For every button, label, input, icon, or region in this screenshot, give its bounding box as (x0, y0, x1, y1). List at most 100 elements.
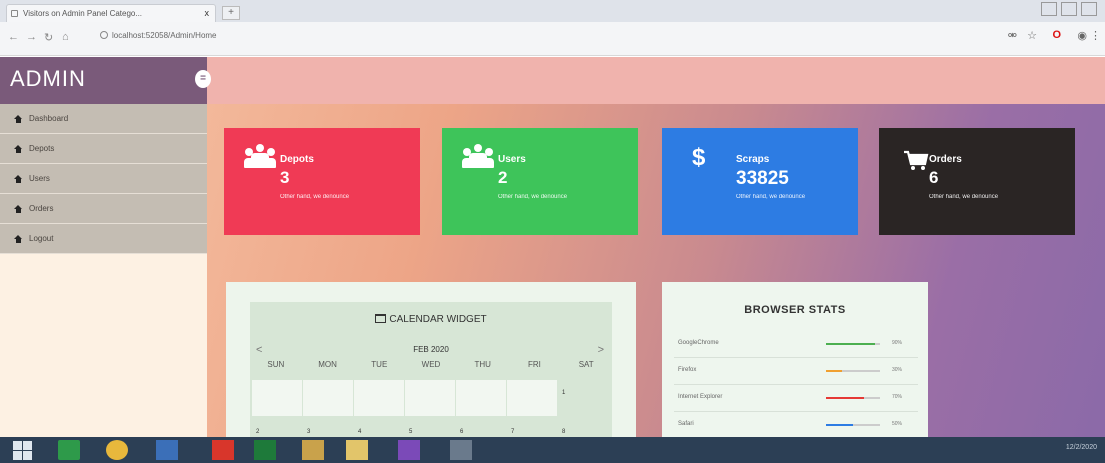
minimize-button[interactable] (1041, 2, 1057, 16)
stat-card-depots[interactable]: Depots 3 Other hand, we denounce (224, 128, 420, 235)
calendar-day-number[interactable]: 5 (409, 429, 412, 435)
star-icon[interactable]: ☆ (1027, 29, 1037, 42)
opera-extension-icon[interactable]: O (1052, 29, 1061, 41)
browser-tab-bar: Visitors on Admin Panel Catego... x + (0, 0, 1105, 22)
app-icon[interactable] (58, 440, 80, 460)
browser-percent: 50% (892, 421, 903, 427)
back-icon[interactable]: ← (8, 31, 19, 43)
browser-progress-bar (826, 370, 880, 372)
card-value: 3 (280, 168, 290, 187)
reload-icon[interactable]: ↻ (44, 31, 53, 44)
maximize-button[interactable] (1061, 2, 1077, 16)
calendar-panel: CALENDAR WIDGET < FEB 2020 > SUN MON TUE… (250, 302, 612, 437)
close-window-button[interactable] (1081, 2, 1097, 16)
users-icon (244, 144, 276, 170)
calendar-icon (375, 314, 387, 323)
file-explorer-icon[interactable] (346, 440, 368, 460)
sidebar: Dashboard Depots Users Orders Logout (0, 104, 207, 437)
calendar-day-cell[interactable] (507, 380, 557, 416)
home-icon (14, 114, 23, 123)
taskbar-clock[interactable]: 12/2/2020 (1066, 444, 1097, 451)
menu-icon[interactable]: ⋮ (1090, 29, 1101, 42)
sidebar-item-users[interactable]: Users (0, 164, 207, 194)
browser-stat-row: GoogleChrome 90% (674, 332, 918, 358)
site-info-icon[interactable] (100, 31, 108, 39)
calendar-day-number[interactable]: 6 (460, 429, 463, 435)
url-field[interactable]: localhost:52058/Admin/Home (100, 31, 217, 40)
tab-title: Visitors on Admin Panel Catego... (23, 9, 143, 18)
calendar-day-number[interactable]: 7 (511, 429, 514, 435)
app-icon[interactable] (302, 440, 324, 460)
card-value: 6 (929, 168, 939, 187)
calendar-day-cell[interactable] (405, 380, 455, 416)
browser-progress-bar (826, 343, 880, 345)
window-controls (1007, 2, 1097, 18)
browser-percent: 90% (892, 340, 903, 346)
sidebar-item-logout[interactable]: Logout (0, 224, 207, 254)
calendar-month: FEB 2020 (413, 345, 449, 354)
browser-percent: 70% (892, 394, 903, 400)
calendar-day-number[interactable]: 1 (562, 390, 565, 396)
card-subtitle: Other hand, we denounce (929, 194, 999, 200)
sidebar-item-label: Depots (29, 144, 55, 153)
browser-name: Safari (678, 421, 694, 427)
calendar-day-number[interactable]: 8 (562, 429, 565, 435)
browser-progress-fill (826, 397, 864, 399)
sidebar-toggle-button[interactable]: = (195, 70, 211, 88)
brand-area: ADMIN (0, 57, 207, 104)
calendar-day-number[interactable]: 4 (358, 429, 361, 435)
chrome-icon[interactable] (106, 440, 128, 460)
browser-stat-row: Internet Explorer 70% (674, 386, 918, 412)
page-favicon-icon (11, 10, 18, 17)
address-bar: ← → ↻ ⌂ localhost:52058/Admin/Home ⚮ ☆ O… (0, 22, 1105, 56)
calendar-title-text: CALENDAR WIDGET (389, 314, 487, 325)
browser-name: GoogleChrome (678, 340, 719, 346)
url-text: localhost:52058/Admin/Home (112, 31, 217, 40)
windows-start-icon[interactable] (12, 440, 34, 460)
excel-icon[interactable] (254, 440, 276, 460)
sidebar-item-depots[interactable]: Depots (0, 134, 207, 164)
new-tab-button[interactable]: + (222, 6, 240, 20)
calendar-day-number[interactable]: 2 (256, 429, 259, 435)
sidebar-item-dashboard[interactable]: Dashboard (0, 104, 207, 134)
word-icon[interactable] (156, 440, 178, 460)
browser-progress-fill (826, 424, 853, 426)
browser-name: Internet Explorer (678, 394, 723, 400)
tab-close-button[interactable]: x (205, 5, 210, 22)
calendar-day-cell[interactable] (354, 380, 404, 416)
browser-progress-bar (826, 424, 880, 426)
calendar-weekdays: SUN MON TUE WED THU FRI SAT (250, 360, 612, 369)
card-value: 2 (498, 168, 508, 187)
extension-icon[interactable]: ◉ (1077, 29, 1087, 42)
users-icon (462, 144, 494, 170)
calendar-day-cell[interactable] (303, 380, 353, 416)
key-icon[interactable]: ⚮ (1008, 29, 1017, 42)
browser-stat-row: Safari 50% (674, 413, 918, 439)
browser-stat-row: Firefox 30% (674, 359, 918, 385)
app-icon[interactable] (212, 440, 234, 460)
calendar-next-button[interactable]: > (598, 344, 604, 356)
weekday-label: MON (318, 360, 337, 369)
browser-tab[interactable]: Visitors on Admin Panel Catego... x (6, 4, 216, 22)
app-icon[interactable] (450, 440, 472, 460)
home-icon (14, 174, 23, 183)
weekday-label: SUN (267, 360, 285, 369)
stat-card-users[interactable]: Users 2 Other hand, we denounce (442, 128, 638, 235)
browser-percent: 30% (892, 367, 903, 373)
calendar-grid: 1 2 3 4 5 6 7 8 (252, 380, 608, 437)
cart-icon (904, 150, 929, 170)
card-value: 33825 (736, 168, 789, 189)
home-icon[interactable]: ⌂ (62, 31, 69, 43)
sidebar-item-orders[interactable]: Orders (0, 194, 207, 224)
sidebar-item-label: Logout (29, 234, 54, 243)
calendar-day-cell[interactable] (456, 380, 506, 416)
forward-icon[interactable]: → (26, 31, 37, 43)
weekday-label: WED (421, 360, 441, 369)
stat-card-scraps[interactable]: $ Scraps 33825 Other hand, we denounce (662, 128, 858, 235)
stat-card-orders[interactable]: Orders 6 Other hand, we denounce (879, 128, 1075, 235)
calendar-day-number[interactable]: 3 (307, 429, 310, 435)
browser-stats-title: BROWSER STATS (744, 304, 846, 316)
visual-studio-icon[interactable] (398, 440, 420, 460)
home-icon (14, 144, 23, 153)
calendar-day-cell[interactable] (252, 380, 302, 416)
